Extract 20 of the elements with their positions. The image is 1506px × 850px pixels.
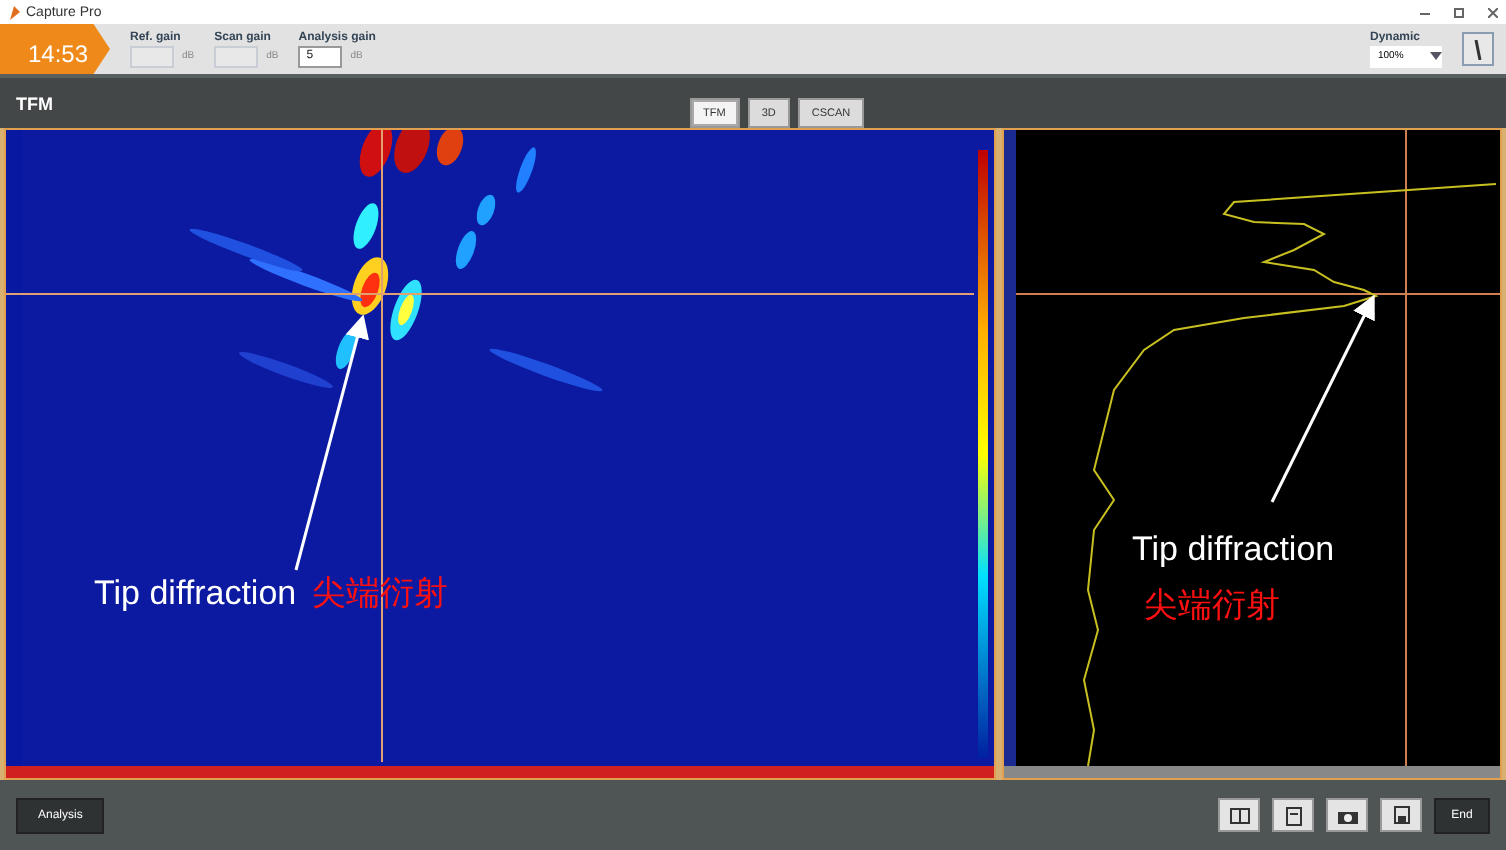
minimize-icon[interactable] — [1420, 7, 1430, 17]
layout-button[interactable] — [1218, 798, 1260, 832]
annotation-label: Tip diffraction — [1132, 530, 1335, 570]
clipboard-button[interactable] — [1272, 798, 1314, 832]
view-title: TFM — [16, 93, 53, 113]
camera-button[interactable] — [1326, 798, 1368, 832]
annotation-label: Tip diffraction — [94, 573, 297, 613]
camera-icon — [1337, 807, 1357, 823]
probe-tool-button[interactable] — [1462, 32, 1494, 66]
restore-icon[interactable] — [1454, 7, 1464, 17]
probe-icon — [1474, 39, 1482, 59]
clock-badge: 14:53 — [0, 24, 110, 74]
app-icon — [8, 5, 20, 19]
save-icon — [1393, 806, 1409, 824]
annotation-label-chinese: 尖端衍射 — [1144, 584, 1280, 628]
layout-icon — [1229, 807, 1249, 823]
caret-icon — [1430, 52, 1442, 60]
close-icon[interactable] — [1488, 7, 1498, 17]
save-button[interactable] — [1380, 798, 1422, 832]
clipboard-icon — [1285, 805, 1301, 825]
